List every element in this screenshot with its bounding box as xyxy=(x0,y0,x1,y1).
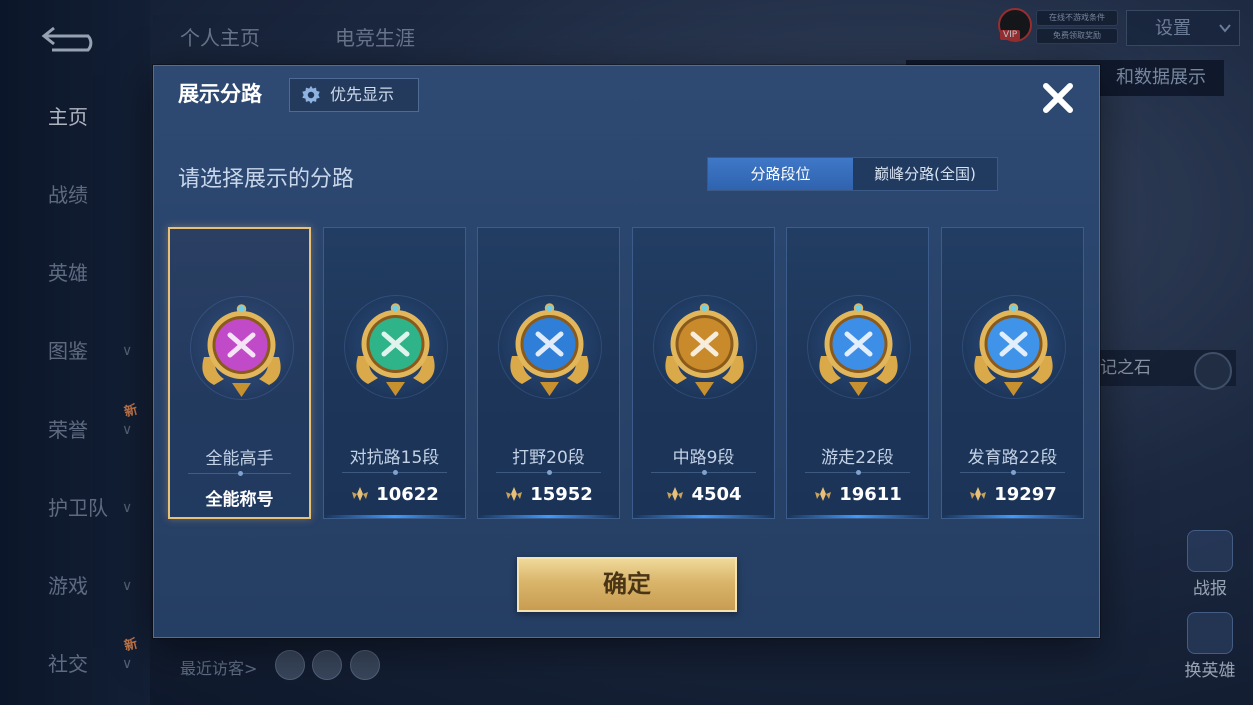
lane-value: 10622 xyxy=(376,484,439,505)
divider xyxy=(805,470,910,475)
section-title: 请选择展示的分路 xyxy=(178,167,355,192)
lane-value: 19297 xyxy=(994,484,1057,505)
tab-lane-rank[interactable]: 分路段位 xyxy=(708,158,853,190)
lane-name: 发育路22段 xyxy=(967,448,1058,468)
rank-badge-icon xyxy=(510,303,589,396)
priority-display-button[interactable]: 优先显示 xyxy=(289,78,419,112)
lane-card[interactable]: 全能高手 全能称号 xyxy=(168,227,311,519)
tab-peak-lane[interactable]: 巅峰分路(全国) xyxy=(853,158,997,190)
rank-badge-icon xyxy=(974,303,1053,396)
rank-badge-icon xyxy=(202,304,281,397)
rank-badge-icon xyxy=(819,303,898,396)
priority-display-label: 优先显示 xyxy=(330,85,395,104)
lane-card[interactable]: 中路9段 4504 xyxy=(632,227,775,519)
lane-card[interactable]: 对抗路15段 10622 xyxy=(323,227,466,519)
lane-value: 19611 xyxy=(839,484,902,505)
lane-name: 打野20段 xyxy=(512,448,585,468)
lane-score: 4504 xyxy=(633,484,774,505)
lane-name: 对抗路15段 xyxy=(349,448,440,468)
lane-score: 15952 xyxy=(478,484,619,505)
lane-value: 全能称号 xyxy=(205,490,274,510)
confirm-button[interactable]: 确定 xyxy=(517,557,737,612)
divider xyxy=(651,470,756,475)
divider xyxy=(188,471,291,476)
rank-badge-icon xyxy=(356,303,435,396)
close-icon[interactable] xyxy=(1038,78,1078,118)
score-icon xyxy=(970,487,987,501)
lane-name: 游走22段 xyxy=(821,448,894,468)
lane-name: 全能高手 xyxy=(205,449,274,469)
lane-value: 15952 xyxy=(530,484,593,505)
score-icon xyxy=(352,487,369,501)
divider xyxy=(960,470,1065,475)
gear-icon xyxy=(302,85,320,104)
lane-card[interactable]: 发育路22段 19297 xyxy=(941,227,1084,519)
score-icon xyxy=(815,487,832,501)
lane-card[interactable]: 游走22段 19611 xyxy=(786,227,929,519)
lane-score: 10622 xyxy=(324,484,465,505)
lane-display-dialog: 展示分路 优先显示 请选择展示的分路 分路段位 巅峰分路(全国) 全能高手全能称… xyxy=(153,65,1100,638)
lane-score: 19297 xyxy=(942,484,1083,505)
lane-score: 19611 xyxy=(787,484,928,505)
lane-mode-tabs: 分路段位 巅峰分路(全国) xyxy=(707,157,998,191)
lane-card[interactable]: 打野20段 15952 xyxy=(477,227,620,519)
lane-name: 中路9段 xyxy=(672,448,735,468)
rank-badge-icon xyxy=(665,303,744,396)
score-icon xyxy=(506,487,523,501)
lane-value: 4504 xyxy=(691,484,742,505)
score-icon xyxy=(667,487,684,501)
divider xyxy=(342,470,447,475)
dialog-title: 展示分路 xyxy=(178,82,262,106)
divider xyxy=(496,470,601,475)
